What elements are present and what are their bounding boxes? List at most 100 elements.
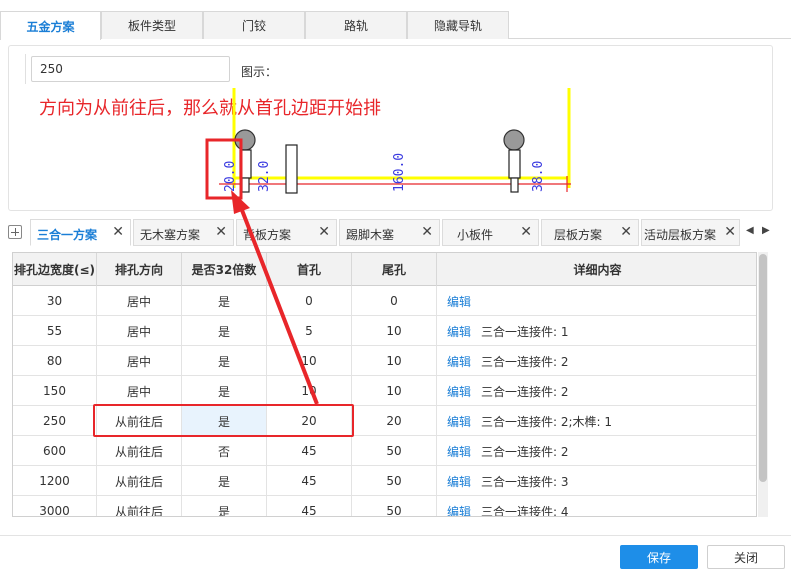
header-edge-width[interactable]: 排孔边宽度(≤) (13, 253, 97, 286)
scroll-left-icon[interactable]: ◀ (746, 225, 754, 236)
dim-first-hole: 20.0 (223, 161, 238, 192)
cell-edge-width[interactable]: 55 (13, 316, 97, 346)
cell-first-hole[interactable]: 45 (267, 496, 352, 516)
cell-first-hole[interactable]: 5 (267, 316, 352, 346)
tab-hidden-rail[interactable]: 隐藏导轨 (407, 11, 509, 39)
table-row[interactable]: 250 从前往后是 20 20 编辑 三合一连接件: 2;木榫: 1 (13, 406, 756, 436)
cell-detail: 编辑 三合一连接件: 2 (437, 376, 756, 406)
subtab-no-plug[interactable]: 无木塞方案 ✕ (133, 219, 234, 246)
sub-tab-bar: 三合一方案 ✕ 无木塞方案 ✕ 背板方案 ✕ 踢脚木塞 ✕ 小板件 ✕ 层板方案… (0, 219, 791, 246)
cell-multiple-32[interactable]: 是 (182, 496, 267, 516)
cell-first-hole[interactable]: 10 (267, 346, 352, 376)
cell-edge-width[interactable]: 3000 (13, 496, 97, 516)
subtab-back-panel[interactable]: 背板方案 ✕ (236, 219, 337, 246)
cell-direction[interactable]: 从前往后 (97, 466, 182, 496)
edit-link[interactable]: 编辑 (447, 383, 471, 400)
hole-scheme-table: 排孔边宽度(≤) 排孔方向 是否32倍数 首孔 尾孔 详细内容 30 居中是 0 0 编… (12, 252, 757, 517)
subtab-three-in-one[interactable]: 三合一方案 ✕ (30, 219, 131, 246)
header-last-hole[interactable]: 尾孔 (352, 253, 437, 286)
cell-edge-width[interactable]: 250 (13, 406, 97, 436)
scroll-right-icon[interactable]: ▶ (762, 225, 770, 236)
subtab-kick-plug[interactable]: 踢脚木塞 ✕ (339, 219, 440, 246)
close-icon[interactable]: ✕ (724, 224, 736, 240)
subtab-movable-shelf[interactable]: 活动层板方案 ✕ (641, 219, 740, 246)
cell-multiple-32[interactable]: 是 (182, 376, 267, 406)
cell-direction[interactable]: 从前往后 (97, 436, 182, 466)
cell-multiple-32[interactable]: 是 (182, 316, 267, 346)
cell-multiple-32[interactable]: 是 (182, 466, 267, 496)
dim-middle: 160.0 (392, 153, 407, 192)
edit-link[interactable]: 编辑 (447, 503, 471, 517)
edit-link[interactable]: 编辑 (447, 443, 471, 460)
close-icon[interactable]: ✕ (520, 224, 532, 240)
tab-hinge[interactable]: 门铰 (203, 11, 305, 39)
close-icon[interactable]: ✕ (421, 224, 433, 240)
table-row[interactable]: 55 居中是 5 10 编辑 三合一连接件: 1 (13, 316, 756, 346)
scroll-thumb[interactable] (759, 254, 767, 482)
detail-text: 三合一连接件: 4 (481, 504, 569, 517)
edit-link[interactable]: 编辑 (447, 323, 471, 340)
cell-multiple-32[interactable]: 是 (182, 346, 267, 376)
tab-panel-type[interactable]: 板件类型 (101, 11, 203, 39)
save-button[interactable]: 保存 (620, 545, 698, 569)
table-row[interactable]: 80 居中是 10 10 编辑 三合一连接件: 2 (13, 346, 756, 376)
edit-link[interactable]: 编辑 (447, 413, 471, 430)
close-icon[interactable]: ✕ (318, 224, 330, 240)
table-header: 排孔边宽度(≤) 排孔方向 是否32倍数 首孔 尾孔 详细内容 (13, 253, 756, 286)
close-button[interactable]: 关闭 (707, 545, 785, 569)
subtab-label: 无木塞方案 (140, 228, 201, 242)
header-detail[interactable]: 详细内容 (437, 253, 756, 286)
tab-hardware-scheme[interactable]: 五金方案 (0, 11, 101, 40)
cell-edge-width[interactable]: 1200 (13, 466, 97, 496)
cell-last-hole[interactable]: 50 (352, 436, 437, 466)
cell-direction[interactable]: 从前往后 (97, 496, 182, 516)
table-row[interactable]: 150 居中是 10 10 编辑 三合一连接件: 2 (13, 376, 756, 406)
subtab-shelf[interactable]: 层板方案 ✕ (541, 219, 639, 246)
cell-direction[interactable]: 居中 (97, 376, 182, 406)
cell-first-hole[interactable]: 20 (267, 406, 352, 436)
table-row[interactable]: 3000 从前往后是 45 50 编辑 三合一连接件: 4 (13, 496, 756, 517)
close-icon[interactable]: ✕ (112, 224, 124, 240)
cell-multiple-32[interactable]: 是 (182, 406, 267, 436)
table-row[interactable]: 600 从前往后否 45 50 编辑 三合一连接件: 2 (13, 436, 756, 466)
tab-rail[interactable]: 路轨 (305, 11, 407, 39)
cell-first-hole[interactable]: 10 (267, 376, 352, 406)
cell-direction[interactable]: 居中 (97, 346, 182, 376)
table-scrollbar[interactable] (758, 252, 768, 517)
close-icon[interactable]: ✕ (215, 224, 227, 240)
cell-multiple-32[interactable]: 否 (182, 436, 267, 466)
cell-direction[interactable]: 居中 (97, 286, 182, 316)
cell-edge-width[interactable]: 150 (13, 376, 97, 406)
cell-direction[interactable]: 从前往后 (97, 406, 182, 436)
cell-detail: 编辑 三合一连接件: 4 (437, 496, 756, 517)
cell-last-hole[interactable]: 20 (352, 406, 437, 436)
cell-last-hole[interactable]: 10 (352, 346, 437, 376)
table-row[interactable]: 1200 从前往后是 45 50 编辑 三合一连接件: 3 (13, 466, 756, 496)
cell-last-hole[interactable]: 50 (352, 496, 437, 516)
cell-first-hole[interactable]: 0 (267, 286, 352, 316)
cell-edge-width[interactable]: 80 (13, 346, 97, 376)
detail-text: 三合一连接件: 2 (481, 354, 569, 369)
cell-last-hole[interactable]: 10 (352, 316, 437, 346)
cell-last-hole[interactable]: 10 (352, 376, 437, 406)
cell-edge-width[interactable]: 30 (13, 286, 97, 316)
header-multiple-32[interactable]: 是否32倍数 (182, 253, 267, 286)
close-icon[interactable]: ✕ (620, 224, 632, 240)
subtab-small-panel[interactable]: 小板件 ✕ (442, 219, 539, 246)
cell-first-hole[interactable]: 45 (267, 466, 352, 496)
cell-multiple-32[interactable]: 是 (182, 286, 267, 316)
header-first-hole[interactable]: 首孔 (267, 253, 352, 286)
subtab-label: 踢脚木塞 (346, 228, 395, 242)
cell-first-hole[interactable]: 45 (267, 436, 352, 466)
edit-link[interactable]: 编辑 (447, 353, 471, 370)
edit-link[interactable]: 编辑 (447, 293, 471, 310)
subtab-label: 三合一方案 (37, 228, 98, 242)
header-direction[interactable]: 排孔方向 (97, 253, 182, 286)
cell-direction[interactable]: 居中 (97, 316, 182, 346)
cell-last-hole[interactable]: 50 (352, 466, 437, 496)
cell-edge-width[interactable]: 600 (13, 436, 97, 466)
edit-link[interactable]: 编辑 (447, 473, 471, 490)
table-row[interactable]: 30 居中是 0 0 编辑 (13, 286, 756, 316)
cell-last-hole[interactable]: 0 (352, 286, 437, 316)
expand-icon[interactable] (8, 225, 22, 239)
